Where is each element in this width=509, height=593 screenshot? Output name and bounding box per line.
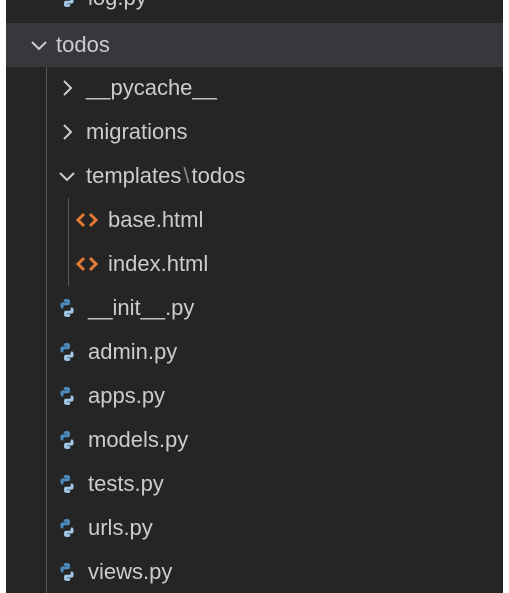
tree-file-init-py[interactable]: __init__.py — [6, 286, 503, 330]
tree-file-apps-py[interactable]: apps.py — [6, 374, 503, 418]
tree-folder-label: templates — [86, 163, 182, 188]
chevron-down-icon — [56, 165, 78, 187]
python-file-icon — [56, 561, 78, 583]
tree-folder-label: migrations — [86, 119, 188, 144]
python-file-icon — [56, 429, 78, 451]
chevron-right-icon — [56, 77, 78, 99]
tree-file-admin-py[interactable]: admin.py — [6, 330, 503, 374]
tree-file-base-html[interactable]: base.html — [6, 198, 503, 242]
tree-folder-label: __pycache__ — [86, 75, 217, 100]
tree-item-label: log.py — [88, 0, 147, 11]
tree-folder-label: todos — [56, 32, 110, 57]
tree-folder-sublabel: todos — [191, 163, 246, 188]
tree-file-urls-py[interactable]: urls.py — [6, 506, 503, 550]
tree-file-models-py[interactable]: models.py — [6, 418, 503, 462]
python-file-icon — [56, 473, 78, 495]
tree-item-partial[interactable]: log.py — [6, 0, 503, 20]
tree-item-label: admin.py — [88, 339, 178, 364]
tree-file-tests-py[interactable]: tests.py — [6, 462, 503, 506]
python-file-icon — [56, 517, 78, 539]
tree-item-label: base.html — [108, 207, 204, 232]
tree-folder-pycache[interactable]: __pycache__ — [6, 66, 503, 110]
tree-item-label: urls.py — [88, 515, 153, 540]
tree-item-label: views.py — [88, 559, 173, 584]
html-file-icon — [76, 253, 98, 275]
tree-folder-migrations[interactable]: migrations — [6, 110, 503, 154]
python-file-icon — [56, 297, 78, 319]
chevron-down-icon — [28, 34, 50, 56]
tree-item-label: models.py — [88, 427, 189, 452]
python-file-icon — [56, 385, 78, 407]
chevron-right-icon — [56, 121, 78, 143]
python-file-icon — [56, 341, 78, 363]
tree-item-label: tests.py — [88, 471, 164, 496]
tree-folder-templates[interactable]: templates \ todos — [6, 154, 503, 198]
tree-item-label: apps.py — [88, 383, 166, 408]
html-file-icon — [76, 209, 98, 231]
file-explorer: log.py todos __pycache__ migrations temp… — [6, 0, 503, 593]
python-file-icon — [56, 0, 78, 9]
tree-file-views-py[interactable]: views.py — [6, 550, 503, 593]
tree-item-label: index.html — [108, 251, 209, 276]
tree-item-label: __init__.py — [88, 295, 195, 320]
tree-file-index-html[interactable]: index.html — [6, 242, 503, 286]
path-separator: \ — [183, 163, 190, 188]
tree-folder-todos[interactable]: todos — [6, 23, 503, 67]
